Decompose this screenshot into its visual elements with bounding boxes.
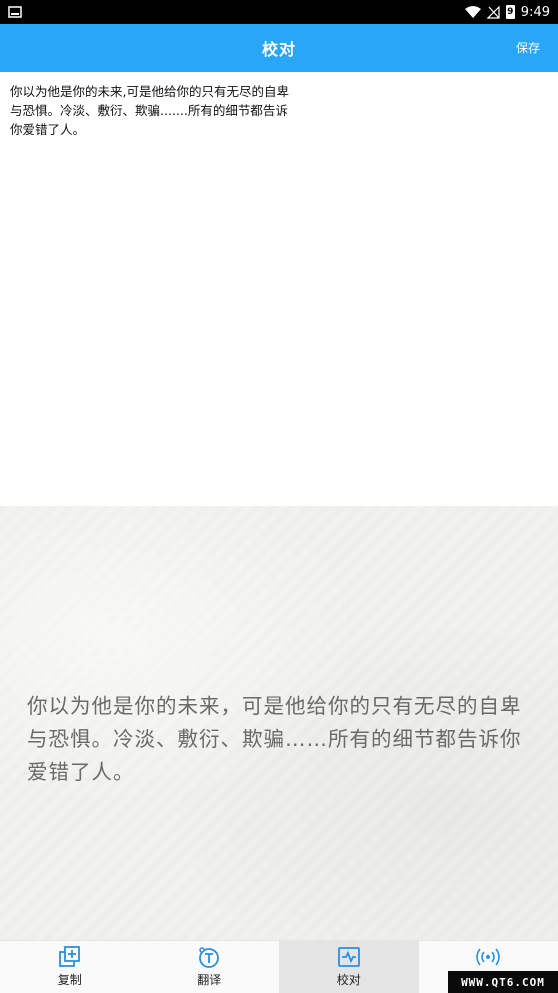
battery-icon: 9	[505, 5, 515, 19]
nav-copy-label: 复制	[57, 973, 82, 987]
translate-icon	[197, 946, 221, 968]
status-bar: 9 9:49	[0, 0, 558, 24]
site-watermark: WWW.QT6.COM	[448, 971, 558, 993]
screen-notification-icon	[8, 6, 22, 18]
no-signal-icon	[486, 5, 500, 19]
battery-level-text: 9	[507, 7, 514, 17]
app-bar: 校对 保存	[0, 24, 558, 72]
preview-image-text: 你以为他是你的未来，可是他给你的只有无尽的自卑与恐惧。冷淡、敷衍、欺骗……所有的…	[27, 694, 522, 784]
nav-proofread-label: 校对	[336, 973, 361, 987]
broadcast-icon	[474, 947, 502, 967]
source-image-preview: 你以为他是你的未来，可是他给你的只有无尽的自卑与恐惧。冷淡、敷衍、欺骗……所有的…	[0, 506, 558, 940]
proofread-editor[interactable]: 你以为他是你的未来,可是他给你的只有无尽的自卑与恐惧。冷淡、敷衍、欺骗.....…	[0, 72, 558, 506]
proofread-icon	[337, 946, 361, 968]
save-button[interactable]: 保存	[516, 39, 540, 56]
status-time: 9:49	[520, 4, 550, 20]
page-title: 校对	[261, 40, 296, 59]
copy-add-icon	[58, 946, 82, 968]
nav-proofread[interactable]: 校对	[279, 941, 419, 993]
editor-text[interactable]: 你以为他是你的未来,可是他给你的只有无尽的自卑与恐惧。冷淡、敷衍、欺骗.....…	[10, 82, 290, 139]
nav-copy[interactable]: 复制	[0, 941, 140, 993]
wifi-icon	[464, 6, 481, 18]
nav-translate[interactable]: 翻译	[140, 941, 280, 993]
nav-translate-label: 翻译	[197, 973, 222, 987]
